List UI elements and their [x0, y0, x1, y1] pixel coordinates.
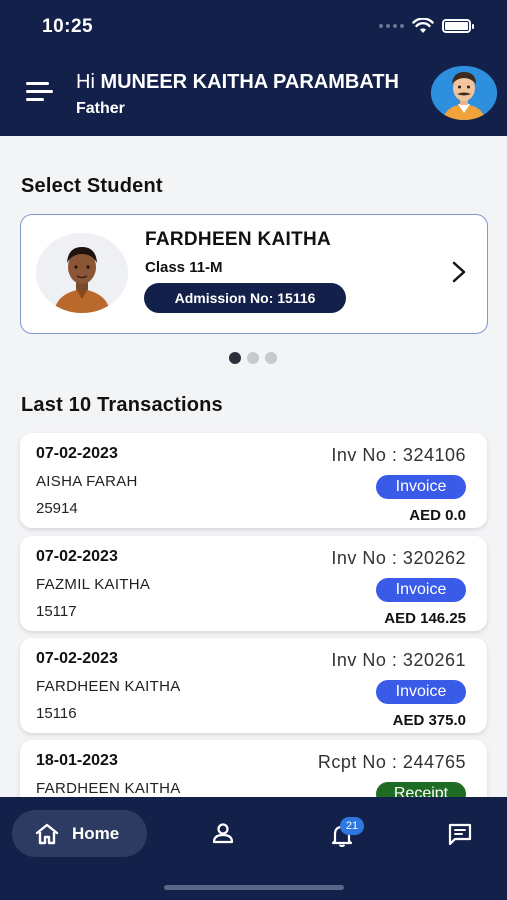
transaction-reference: Inv No : 324106: [331, 445, 466, 465]
transaction-card[interactable]: 07-02-2023 FAZMIL KAITHA 15117 Inv No : …: [20, 536, 487, 631]
transaction-date: 07-02-2023: [36, 548, 118, 565]
transaction-date: 07-02-2023: [36, 650, 118, 667]
transaction-reference: Inv No : 320261: [331, 650, 466, 670]
status-time: 10:25: [42, 16, 94, 37]
pager-dot[interactable]: [265, 352, 277, 364]
transaction-student-name: FARDHEEN KAITHA: [36, 780, 181, 797]
home-indicator: [164, 885, 344, 890]
parent-name: MUNEER KAITHA PARAMBATH: [100, 71, 399, 93]
student-class: Class 11-M: [145, 259, 223, 276]
student-photo: [36, 233, 128, 313]
transaction-amount: AED 0.0: [409, 507, 466, 524]
status-icons: [379, 18, 474, 34]
transaction-student-name: FARDHEEN KAITHA: [36, 678, 181, 695]
transaction-date: 18-01-2023: [36, 752, 118, 769]
transaction-amount: AED 146.25: [384, 610, 466, 627]
transaction-student-id: 15116: [36, 705, 77, 722]
greeting-prefix: Hi: [76, 71, 95, 93]
notification-count-badge: 21: [340, 817, 364, 835]
student-card[interactable]: FARDHEEN KAITHA Class 11-M Admission No:…: [20, 214, 488, 334]
nav-home-label: Home: [72, 823, 120, 843]
nav-home-button[interactable]: Home: [12, 810, 147, 857]
bottom-navigation: Home 21: [0, 797, 507, 900]
parent-avatar-illustration: [431, 66, 497, 120]
select-student-title: Select Student: [21, 175, 163, 197]
transaction-student-id: 15117: [36, 603, 77, 620]
greeting: Hi MUNEER KAITHA PARAMBATH: [76, 71, 399, 94]
parent-avatar[interactable]: [431, 66, 497, 120]
transaction-reference: Inv No : 320262: [331, 548, 466, 568]
chevron-right-icon[interactable]: [451, 261, 467, 283]
signal-icon: [379, 24, 404, 28]
home-icon: [35, 823, 59, 844]
transaction-card[interactable]: 07-02-2023 AISHA FARAH 25914 Inv No : 32…: [20, 433, 487, 528]
battery-icon: [442, 19, 474, 33]
student-pager[interactable]: [229, 352, 277, 364]
wifi-icon: [412, 18, 434, 33]
transaction-card[interactable]: 07-02-2023 FARDHEEN KAITHA 15116 Inv No …: [20, 638, 487, 733]
pager-dot[interactable]: [229, 352, 241, 364]
transaction-student-name: AISHA FARAH: [36, 473, 138, 490]
student-avatar-illustration: [36, 233, 128, 313]
app-header: 10:25 Hi MUNEER KAITHA PARAMBATH Father: [0, 0, 507, 136]
transactions-title: Last 10 Transactions: [21, 394, 223, 416]
pager-dot[interactable]: [247, 352, 259, 364]
transaction-student-id: 25914: [36, 500, 78, 517]
profile-icon[interactable]: [211, 821, 235, 845]
transaction-student-name: FAZMIL KAITHA: [36, 576, 151, 593]
transaction-type-badge: Invoice: [376, 680, 466, 704]
transaction-amount: AED 375.0: [392, 712, 466, 729]
transaction-reference: Rcpt No : 244765: [317, 752, 466, 772]
menu-icon[interactable]: [26, 82, 53, 102]
parent-role: Father: [76, 100, 125, 117]
admission-number: Admission No: 15116: [144, 283, 346, 313]
student-name: FARDHEEN KAITHA: [145, 229, 332, 250]
transaction-type-badge: Invoice: [376, 578, 466, 602]
transaction-type-badge: Invoice: [376, 475, 466, 499]
transaction-date: 07-02-2023: [36, 445, 118, 462]
chat-icon[interactable]: [447, 822, 473, 846]
